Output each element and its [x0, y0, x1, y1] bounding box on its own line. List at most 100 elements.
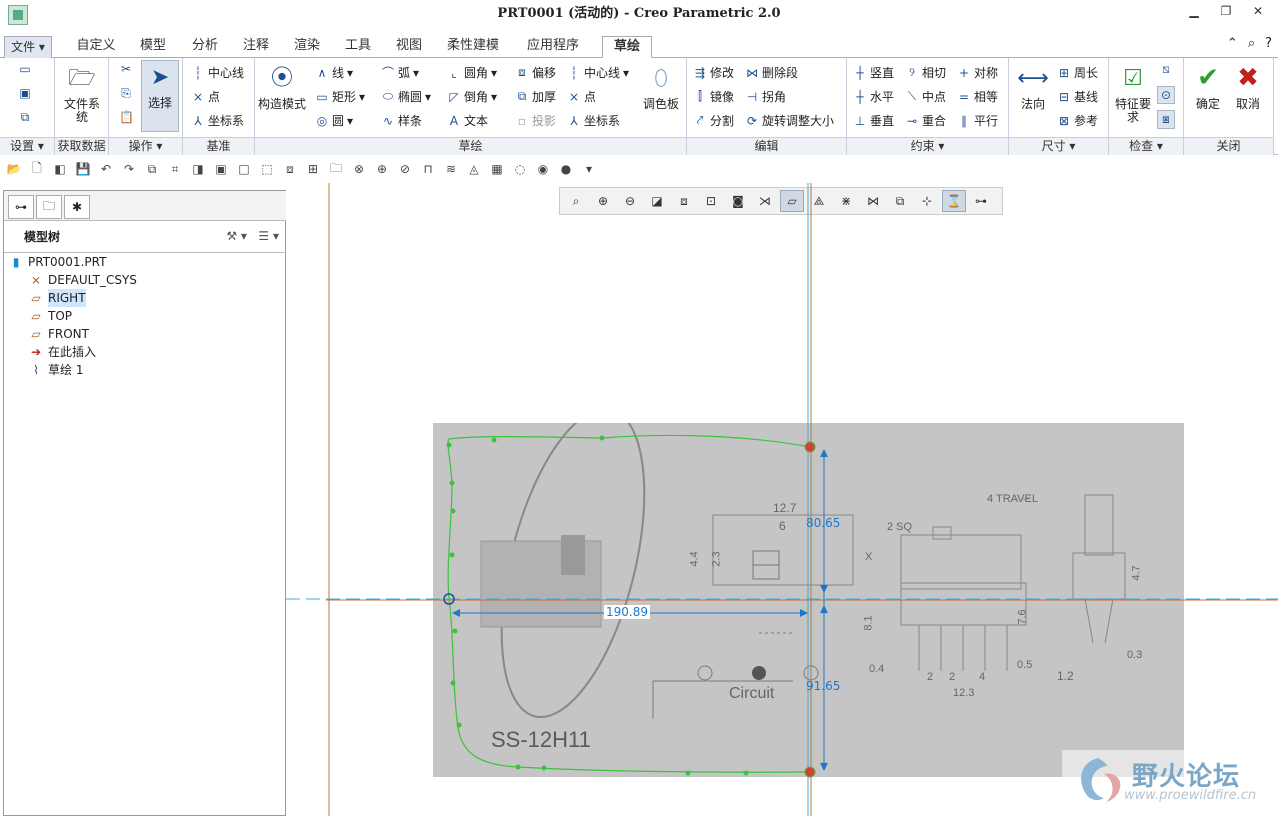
- minimize-button[interactable]: ▁: [1186, 4, 1202, 18]
- tree-item-part[interactable]: ▮ PRT0001.PRT: [8, 253, 107, 271]
- eye-icon[interactable]: ◉: [535, 161, 551, 177]
- tab-view[interactable]: 视图: [384, 36, 434, 58]
- datum-csys-button[interactable]: ⅄ 坐标系: [191, 112, 244, 129]
- copy-button[interactable]: ⎘: [119, 86, 133, 101]
- circle-button[interactable]: ◎ 圆 ▾: [315, 112, 353, 129]
- sketch-centerline-button[interactable]: ┆ 中心线 ▾: [567, 64, 629, 81]
- cut-button[interactable]: ✂: [119, 62, 133, 76]
- rectangle-button[interactable]: ▭ 矩形 ▾: [315, 88, 365, 105]
- bottom-height-dimension[interactable]: 91.65: [806, 679, 840, 693]
- sketch-csys-button[interactable]: ⅄ 坐标系: [567, 112, 620, 129]
- sketch-point-button[interactable]: × 点: [567, 88, 596, 105]
- vertex-display-icon[interactable]: ◬: [466, 161, 482, 177]
- tangent-constraint-button[interactable]: ୨ 相切: [905, 64, 946, 81]
- wireframe-icon[interactable]: ⧈: [282, 161, 298, 177]
- open-icon[interactable]: 📂: [6, 161, 22, 177]
- divide-button[interactable]: ⤤ 分割: [693, 112, 734, 129]
- restore-button[interactable]: ❐: [1218, 4, 1234, 18]
- tab-annotate[interactable]: 注释: [230, 36, 282, 58]
- view-manager-icon[interactable]: ⊞: [305, 161, 321, 177]
- sketch-setup-button[interactable]: ▭: [18, 62, 32, 76]
- search-icon[interactable]: ⌕: [1248, 36, 1255, 51]
- eye-hide-icon[interactable]: ◌: [512, 161, 528, 177]
- grid-display-icon[interactable]: ▦: [489, 161, 505, 177]
- paste-button[interactable]: 📋: [119, 110, 134, 124]
- tree-item-insert-here[interactable]: ➔ 在此插入: [28, 343, 96, 361]
- tree-settings-icon[interactable]: ⚒ ▾: [226, 229, 247, 243]
- graphics-area[interactable]: ⌕ ⊕ ⊖ ◪ ⧈ ⊡ ◙ ⋊ ▱ ⟁ ⋇ ⋈ ⧉ ⊹ ⌛ ⊶ 12.7 6 4…: [286, 183, 1278, 816]
- tree-item-right[interactable]: ▱ RIGHT: [28, 289, 86, 307]
- spline-bottom-endpoint[interactable]: [804, 766, 816, 778]
- spline-button[interactable]: ∿ 样条: [381, 112, 422, 129]
- close-button[interactable]: ✕: [1250, 4, 1266, 18]
- chamfer-button[interactable]: ◸ 倒角 ▾: [447, 88, 497, 105]
- symmetric-constraint-button[interactable]: + 对称: [957, 64, 998, 81]
- rotate-resize-button[interactable]: ⟳ 旋转调整大小: [745, 112, 834, 129]
- group-inspect-label[interactable]: 检查 ▾: [1109, 137, 1183, 155]
- reference-button[interactable]: ⊠ 参考: [1057, 112, 1098, 129]
- tab-model[interactable]: 模型: [126, 36, 180, 58]
- tab-tools[interactable]: 工具: [332, 36, 384, 58]
- tree-item-sketch1[interactable]: ⌇ 草绘 1: [28, 361, 83, 379]
- appearance-sphere-icon[interactable]: ●: [558, 161, 574, 177]
- coincident-constraint-button[interactable]: ⊸ 重合: [905, 112, 946, 129]
- project-button[interactable]: ▫ 投影: [515, 112, 556, 129]
- toolbar-overflow-icon[interactable]: ▾: [581, 161, 597, 177]
- corner-button[interactable]: ⊣ 拐角: [745, 88, 786, 105]
- shade-closed-loops-button[interactable]: ⧆: [1157, 110, 1175, 129]
- parallel-constraint-button[interactable]: ∥ 平行: [957, 112, 998, 129]
- group-operations-label[interactable]: 操作 ▾: [109, 137, 182, 155]
- text-button[interactable]: A 文本: [447, 112, 488, 129]
- constraint-display-icon[interactable]: ≋: [443, 161, 459, 177]
- no-entry-icon[interactable]: ⊘: [397, 161, 413, 177]
- select-button[interactable]: ➤ 选择: [141, 60, 179, 132]
- sketch-spline-bottom[interactable]: [448, 598, 811, 773]
- shading-icon[interactable]: ◨: [190, 161, 206, 177]
- shading-edges-icon[interactable]: ▣: [213, 161, 229, 177]
- display-style-icon[interactable]: ⊗: [351, 161, 367, 177]
- tab-flexible-modeling[interactable]: 柔性建模: [434, 36, 512, 58]
- top-height-dimension[interactable]: 80.65: [806, 516, 840, 530]
- regenerate-manager-icon[interactable]: ⌗: [167, 161, 183, 177]
- references-button[interactable]: ▣: [18, 86, 32, 100]
- tab-customize[interactable]: 自定义: [66, 36, 126, 58]
- redo-icon[interactable]: ↷: [121, 161, 137, 177]
- new-icon[interactable]: 🗋: [29, 161, 45, 177]
- cancel-button[interactable]: ✖ 取消: [1228, 62, 1268, 111]
- hidden-line-icon[interactable]: ⬚: [259, 161, 275, 177]
- equal-constraint-button[interactable]: = 相等: [957, 88, 998, 105]
- tree-item-front[interactable]: ▱ FRONT: [28, 325, 89, 343]
- folder-icon[interactable]: 🗀: [328, 161, 344, 177]
- fillet-button[interactable]: ⌞ 圆角 ▾: [447, 64, 497, 81]
- delete-segment-button[interactable]: ⋈ 删除段: [745, 64, 798, 81]
- tree-item-top[interactable]: ▱ TOP: [28, 307, 72, 325]
- no-hidden-icon[interactable]: □: [236, 161, 252, 177]
- offset-button[interactable]: ⧈ 偏移: [515, 64, 556, 81]
- feature-requirements-button[interactable]: ☑ 特征要求: [1111, 62, 1155, 124]
- line-button[interactable]: ∧ 线 ▾: [315, 64, 353, 81]
- favorites-tab-icon[interactable]: ✱: [64, 195, 90, 219]
- tab-sketch[interactable]: 草绘: [602, 36, 652, 58]
- tab-analysis[interactable]: 分析: [180, 36, 230, 58]
- mirror-button[interactable]: ⫿ 镜像: [693, 88, 734, 105]
- undo-icon[interactable]: ↶: [98, 161, 114, 177]
- help-icon[interactable]: ?: [1265, 36, 1272, 51]
- sketch-view-button[interactable]: ⧉: [18, 110, 32, 125]
- vertical-constraint-button[interactable]: ┼ 竖直: [853, 64, 894, 81]
- tree-item-default-csys[interactable]: ⨯ DEFAULT_CSYS: [28, 271, 137, 289]
- datum-point-button[interactable]: × 点: [191, 88, 220, 105]
- saved-views-icon[interactable]: ⊕: [374, 161, 390, 177]
- regenerate-icon[interactable]: ⧉: [144, 161, 160, 177]
- tab-applications[interactable]: 应用程序: [512, 36, 594, 58]
- colors-icon[interactable]: ◧: [52, 161, 68, 177]
- ellipse-button[interactable]: ⬭ 椭圆 ▾: [381, 88, 431, 105]
- normal-dimension-button[interactable]: ⟷ 法向: [1013, 62, 1053, 111]
- save-icon[interactable]: 💾: [75, 161, 91, 177]
- dimension-display-icon[interactable]: ⊓: [420, 161, 436, 177]
- group-setup-label[interactable]: 设置 ▾: [0, 137, 54, 155]
- highlight-open-ends-button[interactable]: ⊙: [1157, 86, 1175, 104]
- thicken-button[interactable]: ⧉ 加厚: [515, 88, 556, 105]
- spline-top-endpoint[interactable]: [804, 441, 816, 453]
- width-dimension[interactable]: 190.89: [604, 605, 650, 619]
- palette-button[interactable]: ⬯ 调色板: [639, 62, 683, 111]
